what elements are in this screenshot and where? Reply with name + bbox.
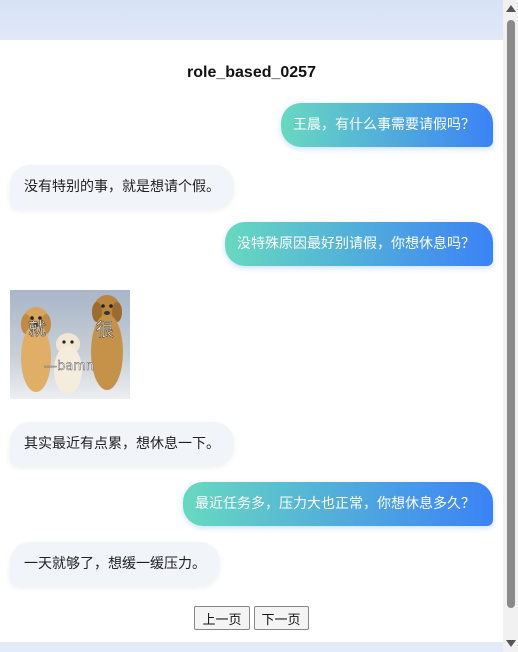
dog-sticker-graphic: 就 很 —bamn: [10, 290, 130, 399]
scroll-up-arrow-icon[interactable]: [506, 5, 516, 12]
sticker-caption-left: 就: [28, 319, 46, 340]
chat-title: role_based_0257: [187, 64, 316, 81]
page-header-band: [0, 0, 503, 40]
bot-message: 其实最近有点累，想休息一下。: [10, 422, 234, 466]
sticker-caption-right: 很: [96, 320, 114, 341]
bot-message: 一天就够了，想缓一缓压力。: [10, 542, 220, 586]
scroll-thumb[interactable]: [507, 20, 515, 608]
chat-card: role_based_0257 王晨，有什么事需要请假吗？ 没有特别的事，就是想…: [0, 40, 503, 642]
user-message: 没特殊原因最好别请假，你想休息吗？: [225, 222, 493, 266]
scroll-down-arrow-icon[interactable]: [506, 640, 516, 647]
user-message: 王晨，有什么事需要请假吗？: [281, 103, 493, 147]
prev-page-button[interactable]: 上一页: [194, 606, 250, 630]
bot-message: 没有特别的事，就是想请个假。: [10, 165, 234, 209]
next-page-button[interactable]: 下一页: [253, 606, 309, 630]
vertical-scrollbar[interactable]: [503, 0, 518, 652]
user-message: 最近任务多，压力大也正常，你想休息多久？: [183, 482, 493, 526]
dog-sticker-image: 就 很 —bamn: [10, 290, 130, 399]
sticker-caption-bottom: —bamn: [44, 359, 94, 374]
pagination: 上一页 下一页: [0, 606, 503, 630]
